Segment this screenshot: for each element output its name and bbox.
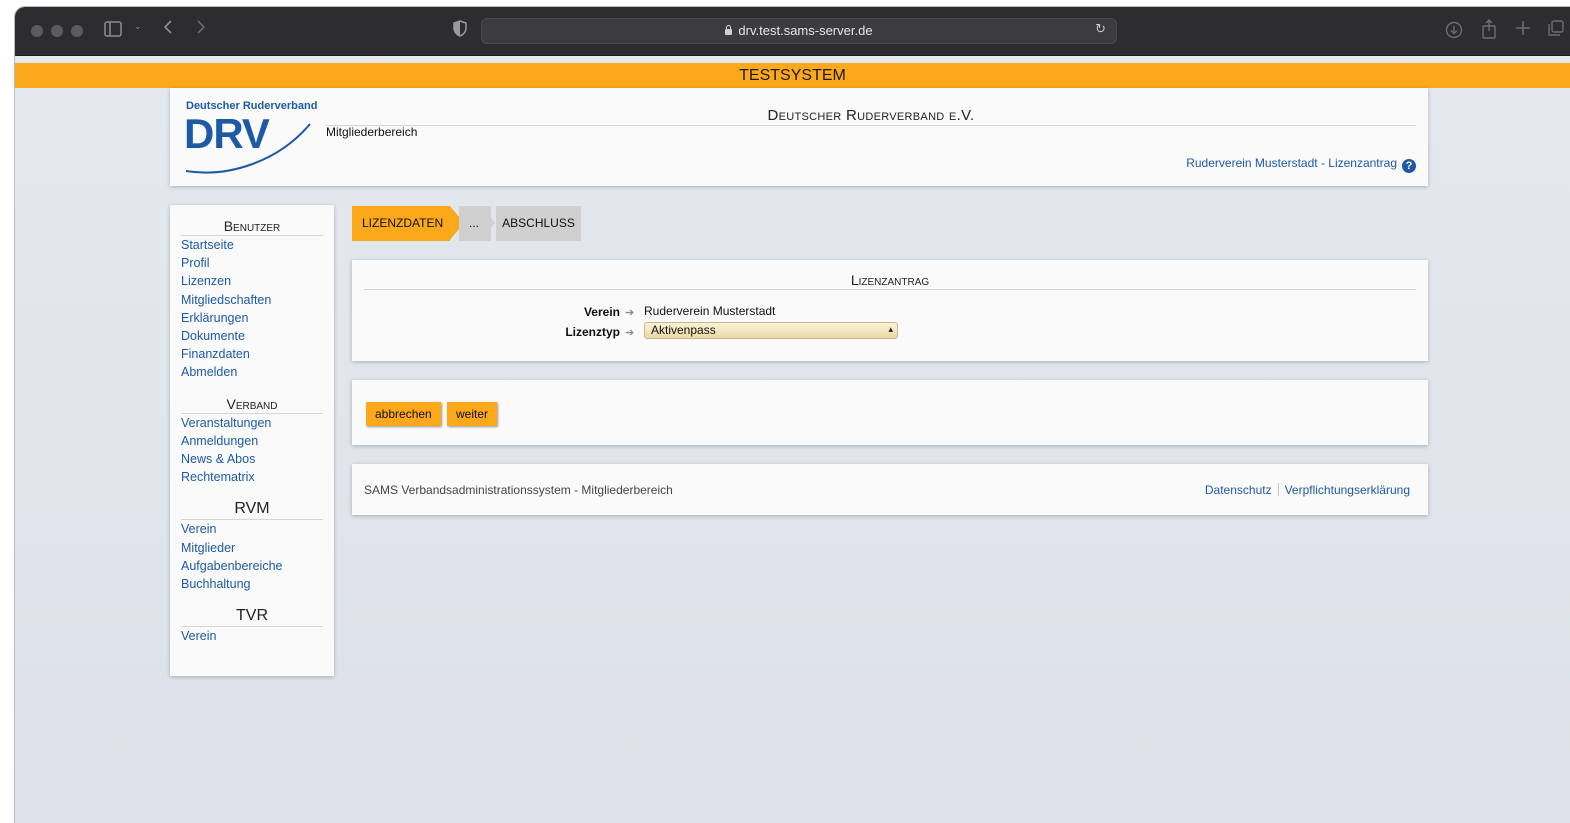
download-icon[interactable] bbox=[1445, 21, 1463, 43]
lizenztyp-selected-value: Aktivenpass bbox=[651, 323, 716, 337]
privacy-link[interactable]: Datenschutz bbox=[1205, 483, 1272, 497]
sidebar-item-veranstaltungen[interactable]: Veranstaltungen bbox=[181, 414, 334, 432]
browser-toolbar: ⌄ drv.test.sams-server.de ↻ bbox=[15, 7, 1570, 56]
help-icon[interactable]: ? bbox=[1402, 159, 1416, 173]
sidebar-section-benutzer: Benutzer bbox=[181, 218, 323, 236]
actions-panel: abbrechen weiter bbox=[352, 380, 1428, 445]
context-link-text[interactable]: Ruderverein Musterstadt - Lizenzantrag bbox=[1186, 156, 1397, 170]
sidebar-item-news-abos[interactable]: News & Abos bbox=[181, 450, 334, 468]
sidebar: Benutzer Startseite Profil Lizenzen Mitg… bbox=[170, 205, 334, 676]
sidebar-item-aufgabenbereiche[interactable]: Aufgabenbereiche bbox=[181, 557, 334, 575]
logo-swoosh-icon bbox=[185, 123, 311, 174]
verein-value: Ruderverein Musterstadt bbox=[644, 304, 776, 318]
footer-links: Datenschutz Verpflichtungserklärung bbox=[1205, 483, 1410, 497]
step-lizenzdaten: LIZENZDATEN bbox=[352, 206, 450, 241]
sidebar-item-finanzdaten[interactable]: Finanzdaten bbox=[181, 345, 334, 363]
step-abschluss: ABSCHLUSS bbox=[496, 206, 581, 241]
page-header: Deutscher Ruderverband DRV Mitgliederber… bbox=[170, 88, 1428, 186]
sidebar-item-mitgliedschaften[interactable]: Mitgliedschaften bbox=[181, 291, 334, 309]
sidebar-section-verband: Verband bbox=[181, 396, 323, 414]
sidebar-item-verein[interactable]: Verein bbox=[181, 520, 334, 538]
sidebar-section-tvr: TVR bbox=[181, 607, 323, 628]
sidebar-item-buchhaltung[interactable]: Buchhaltung bbox=[181, 575, 334, 593]
chevron-down-icon[interactable]: ⌄ bbox=[134, 22, 142, 32]
sidebar-item-startseite[interactable]: Startseite bbox=[181, 236, 334, 254]
sidebar-item-dokumente[interactable]: Dokumente bbox=[181, 327, 334, 345]
sidebar-item-erklaerungen[interactable]: Erklärungen bbox=[181, 309, 334, 327]
commitment-link[interactable]: Verpflichtungserklärung bbox=[1285, 483, 1410, 497]
share-icon[interactable] bbox=[1481, 19, 1497, 43]
license-form-panel: Lizenzantrag Verein ➔ Ruderverein Muster… bbox=[352, 260, 1428, 361]
sidebar-item-anmeldungen[interactable]: Anmeldungen bbox=[181, 432, 334, 450]
org-title: Deutscher Ruderverband e.V. bbox=[326, 107, 1416, 126]
zoom-window-button[interactable] bbox=[71, 25, 83, 37]
sidebar-item-tvr-verein[interactable]: Verein bbox=[181, 627, 334, 645]
verein-label: Verein bbox=[583, 305, 620, 319]
address-bar[interactable]: drv.test.sams-server.de ↻ bbox=[481, 18, 1117, 44]
back-icon[interactable] bbox=[163, 19, 173, 39]
new-tab-icon[interactable] bbox=[1515, 20, 1531, 40]
lizenztyp-label: Lizenztyp bbox=[565, 325, 620, 339]
next-button[interactable]: weiter bbox=[447, 402, 498, 426]
minimize-window-button[interactable] bbox=[51, 25, 63, 37]
select-caret-icon: ▴ bbox=[888, 325, 893, 335]
lock-icon bbox=[725, 25, 733, 35]
cancel-button[interactable]: abbrechen bbox=[366, 402, 441, 426]
browser-window: ⌄ drv.test.sams-server.de ↻ TESTSYSTEM D… bbox=[15, 7, 1570, 823]
sidebar-item-rechtematrix[interactable]: Rechtematrix bbox=[181, 468, 334, 486]
test-system-banner: TESTSYSTEM bbox=[15, 63, 1570, 88]
url-text: drv.test.sams-server.de bbox=[738, 23, 873, 38]
forward-icon[interactable] bbox=[196, 19, 206, 39]
close-window-button[interactable] bbox=[31, 25, 43, 37]
sidebar-item-profil[interactable]: Profil bbox=[181, 254, 334, 272]
footer-divider bbox=[1277, 483, 1279, 496]
arrow-right-icon: ➔ bbox=[625, 327, 635, 339]
reload-icon[interactable]: ↻ bbox=[1095, 22, 1106, 37]
footer-text: SAMS Verbandsadministrationssystem - Mit… bbox=[364, 483, 673, 497]
step-arrow bbox=[481, 206, 495, 240]
tab-overview-icon[interactable] bbox=[1548, 20, 1564, 40]
context-link[interactable]: Ruderverein Musterstadt - Lizenzantrag? bbox=[1186, 156, 1416, 173]
sidebar-toggle-icon[interactable] bbox=[104, 21, 122, 41]
sidebar-section-rvm: RVM bbox=[181, 500, 323, 521]
sidebar-item-abmelden[interactable]: Abmelden bbox=[181, 363, 334, 381]
lizenztyp-select[interactable]: Aktivenpass ▴ bbox=[644, 322, 898, 339]
footer: SAMS Verbandsadministrationssystem - Mit… bbox=[352, 464, 1428, 515]
member-area-label: Mitgliederbereich bbox=[326, 125, 418, 139]
sidebar-item-mitglieder[interactable]: Mitglieder bbox=[181, 539, 334, 557]
form-title: Lizenzantrag bbox=[364, 272, 1416, 290]
arrow-right-icon: ➔ bbox=[625, 307, 635, 319]
shield-icon[interactable] bbox=[453, 20, 467, 41]
sidebar-item-lizenzen[interactable]: Lizenzen bbox=[181, 272, 334, 290]
